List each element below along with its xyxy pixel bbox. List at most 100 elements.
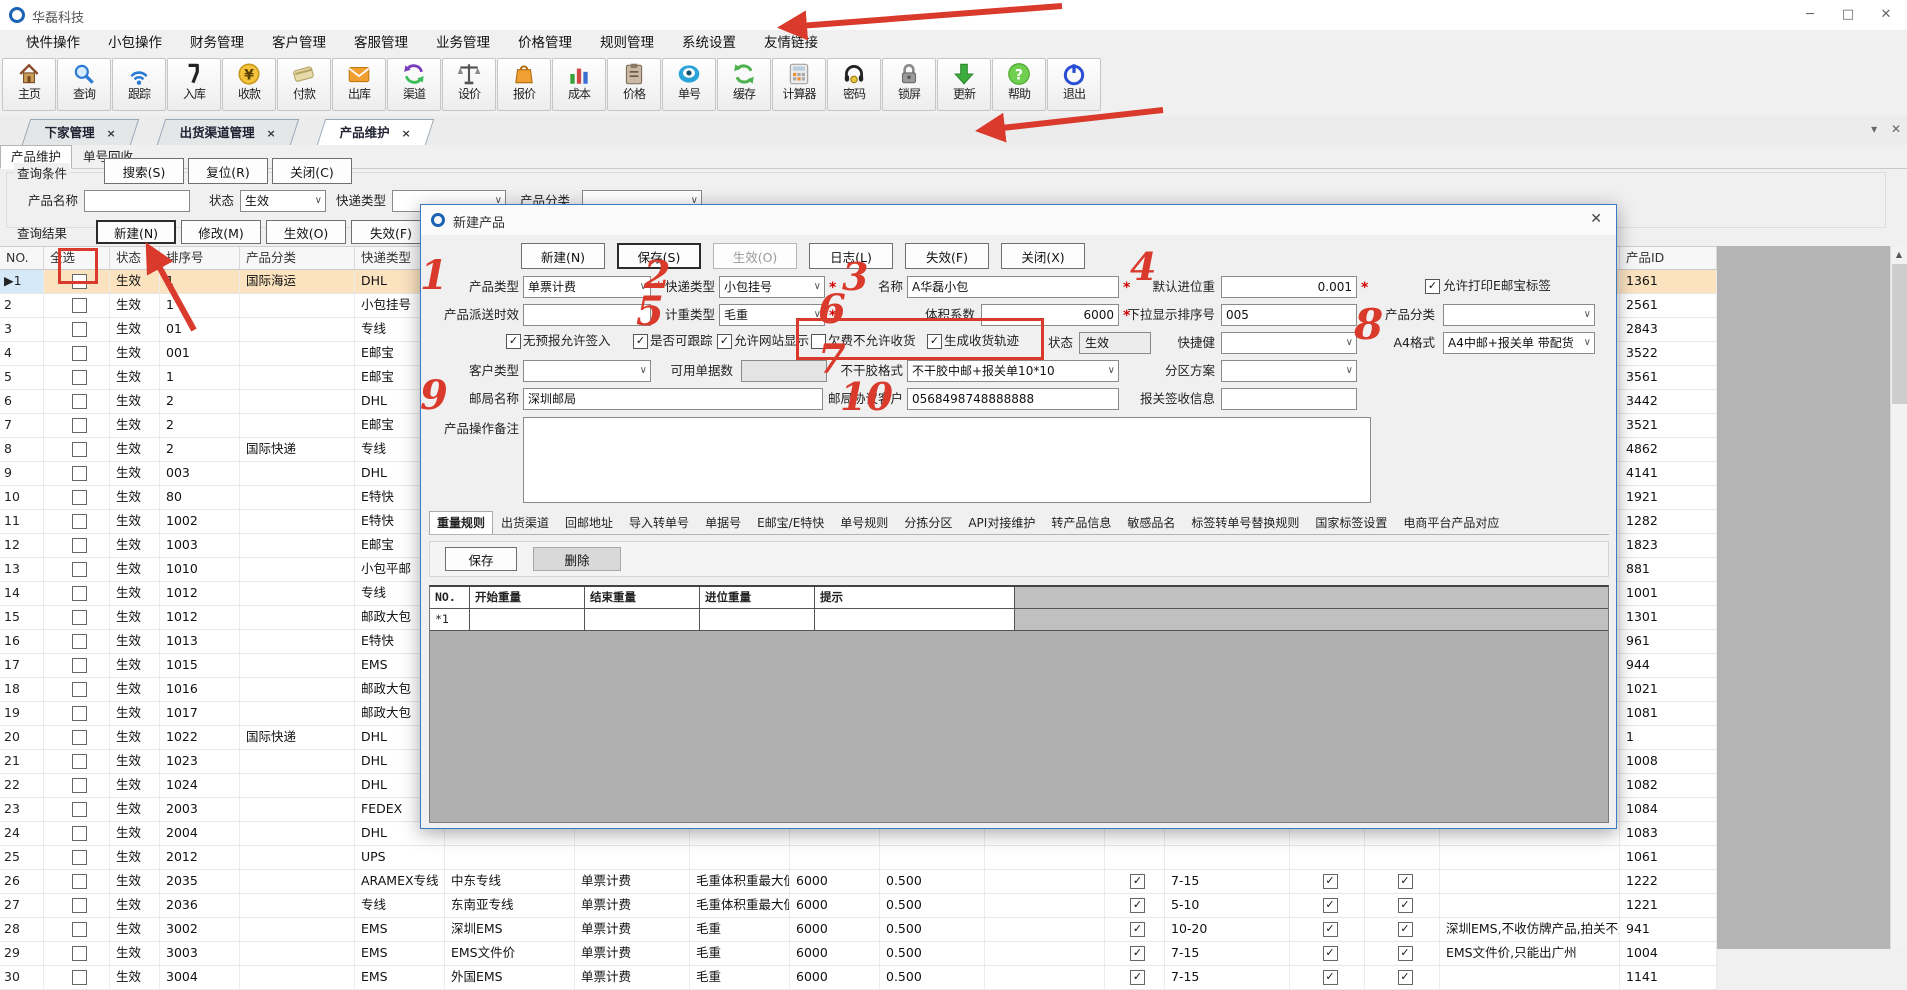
dialog-tab-回邮地址[interactable]: 回邮地址 xyxy=(557,511,621,535)
table-row[interactable]: 29生效3003EMSEMS文件价单票计费毛重60000.500✓7-15✓✓E… xyxy=(0,942,1717,966)
dialog-tab-分拣分区[interactable]: 分拣分区 xyxy=(896,511,960,535)
row-select-checkbox[interactable] xyxy=(72,346,87,361)
toolbar-button-报价[interactable]: 报价 xyxy=(497,58,551,111)
menu-item-客服管理[interactable]: 客服管理 xyxy=(340,30,422,57)
table-row[interactable]: 30生效3004EMS外国EMS单票计费毛重60000.500✓7-15✓✓11… xyxy=(0,966,1717,990)
menu-item-友情链接[interactable]: 友情链接 xyxy=(750,30,832,57)
flag-checkbox[interactable]: ✓ xyxy=(1323,922,1338,937)
toolbar-button-计算器[interactable]: 计算器 xyxy=(772,58,826,111)
toolbar-button-单号[interactable]: 单号 xyxy=(662,58,716,111)
dialog-tab-E邮宝/E特快[interactable]: E邮宝/E特快 xyxy=(749,511,832,535)
toolbar-button-帮助[interactable]: ?帮助 xyxy=(992,58,1046,111)
name-input[interactable]: A华磊小包 xyxy=(907,276,1119,298)
tab-close-icon[interactable]: × xyxy=(103,127,116,140)
dialog-button-失效(F)[interactable]: 失效(F) xyxy=(905,243,989,269)
table-row[interactable]: 25生效2012UPS1061 xyxy=(0,846,1717,870)
delivery-time-input[interactable] xyxy=(523,304,651,326)
toolbar-button-入库[interactable]: 入库 xyxy=(167,58,221,111)
result-button-新建(N)[interactable]: 新建(N) xyxy=(96,220,176,244)
post-office-input[interactable]: 深圳邮局 xyxy=(523,388,823,410)
row-select-checkbox[interactable] xyxy=(72,418,87,433)
row-select-checkbox[interactable] xyxy=(72,562,87,577)
row-select-checkbox[interactable] xyxy=(72,682,87,697)
flag-checkbox[interactable]: ✓ xyxy=(1398,946,1413,961)
toolbar-button-跟踪[interactable]: 跟踪 xyxy=(112,58,166,111)
grid-cell[interactable] xyxy=(700,609,815,631)
express-type-select[interactable]: 小包挂号 xyxy=(719,276,825,298)
scroll-up-icon[interactable]: ▲ xyxy=(1891,246,1907,263)
table-row[interactable]: 28生效3002EMS深圳EMS单票计费毛重60000.500✓10-20✓✓深… xyxy=(0,918,1717,942)
row-select-checkbox[interactable] xyxy=(72,538,87,553)
dialog-button-生效(O)[interactable]: 生效(O) xyxy=(713,243,797,269)
menu-item-系统设置[interactable]: 系统设置 xyxy=(668,30,750,57)
product-cat-select[interactable] xyxy=(1443,304,1595,326)
flag-checkbox[interactable]: ✓ xyxy=(1323,898,1338,913)
zone-plan-select[interactable] xyxy=(1221,360,1357,382)
chevron-down-icon[interactable]: ▾ xyxy=(1871,122,1877,136)
rule-delete-button[interactable]: 删除 xyxy=(533,547,621,571)
row-select-checkbox[interactable] xyxy=(72,874,87,889)
menu-item-客户管理[interactable]: 客户管理 xyxy=(258,30,340,57)
tab-close-icon[interactable]: × xyxy=(398,127,411,140)
rule-save-button[interactable]: 保存 xyxy=(445,547,517,571)
row-select-checkbox[interactable] xyxy=(72,634,87,649)
grid-cell[interactable]: *1 xyxy=(430,609,470,631)
menu-item-规则管理[interactable]: 规则管理 xyxy=(586,30,668,57)
dialog-tab-国家标签设置[interactable]: 国家标签设置 xyxy=(1307,511,1395,535)
dialog-tab-单号规则[interactable]: 单号规则 xyxy=(832,511,896,535)
query-button-关闭(C)[interactable]: 关闭(C) xyxy=(272,158,352,184)
result-button-生效(O)[interactable]: 生效(O) xyxy=(266,220,346,244)
tab-下家管理[interactable]: 下家管理 × xyxy=(22,119,140,145)
trackable-checkbox[interactable]: ✓ xyxy=(633,334,648,349)
grid-cell[interactable] xyxy=(815,609,1015,631)
dialog-tab-API对接维护[interactable]: API对接维护 xyxy=(960,511,1043,535)
flag-checkbox[interactable]: ✓ xyxy=(1130,922,1145,937)
flag-checkbox[interactable]: ✓ xyxy=(1130,970,1145,985)
dialog-tab-转产品信息[interactable]: 转产品信息 xyxy=(1043,511,1119,535)
default-round-input[interactable]: 0.001 xyxy=(1221,276,1357,298)
remark-textarea[interactable] xyxy=(523,417,1371,503)
row-select-checkbox[interactable] xyxy=(72,898,87,913)
hotkey-select[interactable] xyxy=(1221,332,1357,354)
menu-item-小包操作[interactable]: 小包操作 xyxy=(94,30,176,57)
dialog-button-关闭(X)[interactable]: 关闭(X) xyxy=(1001,243,1085,269)
flag-checkbox[interactable]: ✓ xyxy=(1398,898,1413,913)
toolbar-button-主页[interactable]: 主页 xyxy=(2,58,56,111)
dropdown-sort-input[interactable]: 005 xyxy=(1221,304,1357,326)
flag-checkbox[interactable]: ✓ xyxy=(1398,970,1413,985)
maximize-icon[interactable]: □ xyxy=(1829,0,1867,29)
row-select-checkbox[interactable] xyxy=(72,850,87,865)
toolbar-button-更新[interactable]: 更新 xyxy=(937,58,991,111)
row-select-checkbox[interactable] xyxy=(72,466,87,481)
a4-format-select[interactable]: A4中邮+报关单 带配货 xyxy=(1443,332,1595,354)
row-select-checkbox[interactable] xyxy=(72,274,87,289)
row-select-checkbox[interactable] xyxy=(72,802,87,817)
flag-checkbox[interactable]: ✓ xyxy=(1323,946,1338,961)
toolbar-button-设价[interactable]: 设价 xyxy=(442,58,496,111)
result-button-修改(M)[interactable]: 修改(M) xyxy=(181,220,261,244)
toolbar-button-渠道[interactable]: 渠道 xyxy=(387,58,441,111)
tab-出货渠道管理[interactable]: 出货渠道管理 × xyxy=(157,119,300,145)
product-type-select[interactable]: 单票计费 xyxy=(523,276,651,298)
dialog-tab-重量规则[interactable]: 重量规则 xyxy=(429,511,493,535)
row-select-checkbox[interactable] xyxy=(72,298,87,313)
arrears-checkbox[interactable] xyxy=(811,334,826,349)
row-select-checkbox[interactable] xyxy=(72,970,87,985)
site-show-checkbox[interactable]: ✓ xyxy=(717,334,732,349)
row-select-checkbox[interactable] xyxy=(72,946,87,961)
close-icon[interactable]: ✕ xyxy=(1867,0,1905,29)
dialog-tab-敏感品名[interactable]: 敏感品名 xyxy=(1119,511,1183,535)
row-select-checkbox[interactable] xyxy=(72,442,87,457)
post-customer-input[interactable]: 0568498748888888 xyxy=(907,388,1119,410)
volume-factor-input[interactable]: 6000 xyxy=(981,304,1119,326)
row-select-checkbox[interactable] xyxy=(72,322,87,337)
row-select-checkbox[interactable] xyxy=(72,826,87,841)
toolbar-button-价格[interactable]: 价格 xyxy=(607,58,661,111)
flag-checkbox[interactable]: ✓ xyxy=(1323,874,1338,889)
toolbar-button-密码[interactable]: 密码 xyxy=(827,58,881,111)
menu-item-财务管理[interactable]: 财务管理 xyxy=(176,30,258,57)
tab-产品维护[interactable]: 产品维护 × xyxy=(317,119,435,145)
minimize-icon[interactable]: ─ xyxy=(1791,0,1829,29)
flag-checkbox[interactable]: ✓ xyxy=(1323,970,1338,985)
grid-cell[interactable] xyxy=(585,609,700,631)
